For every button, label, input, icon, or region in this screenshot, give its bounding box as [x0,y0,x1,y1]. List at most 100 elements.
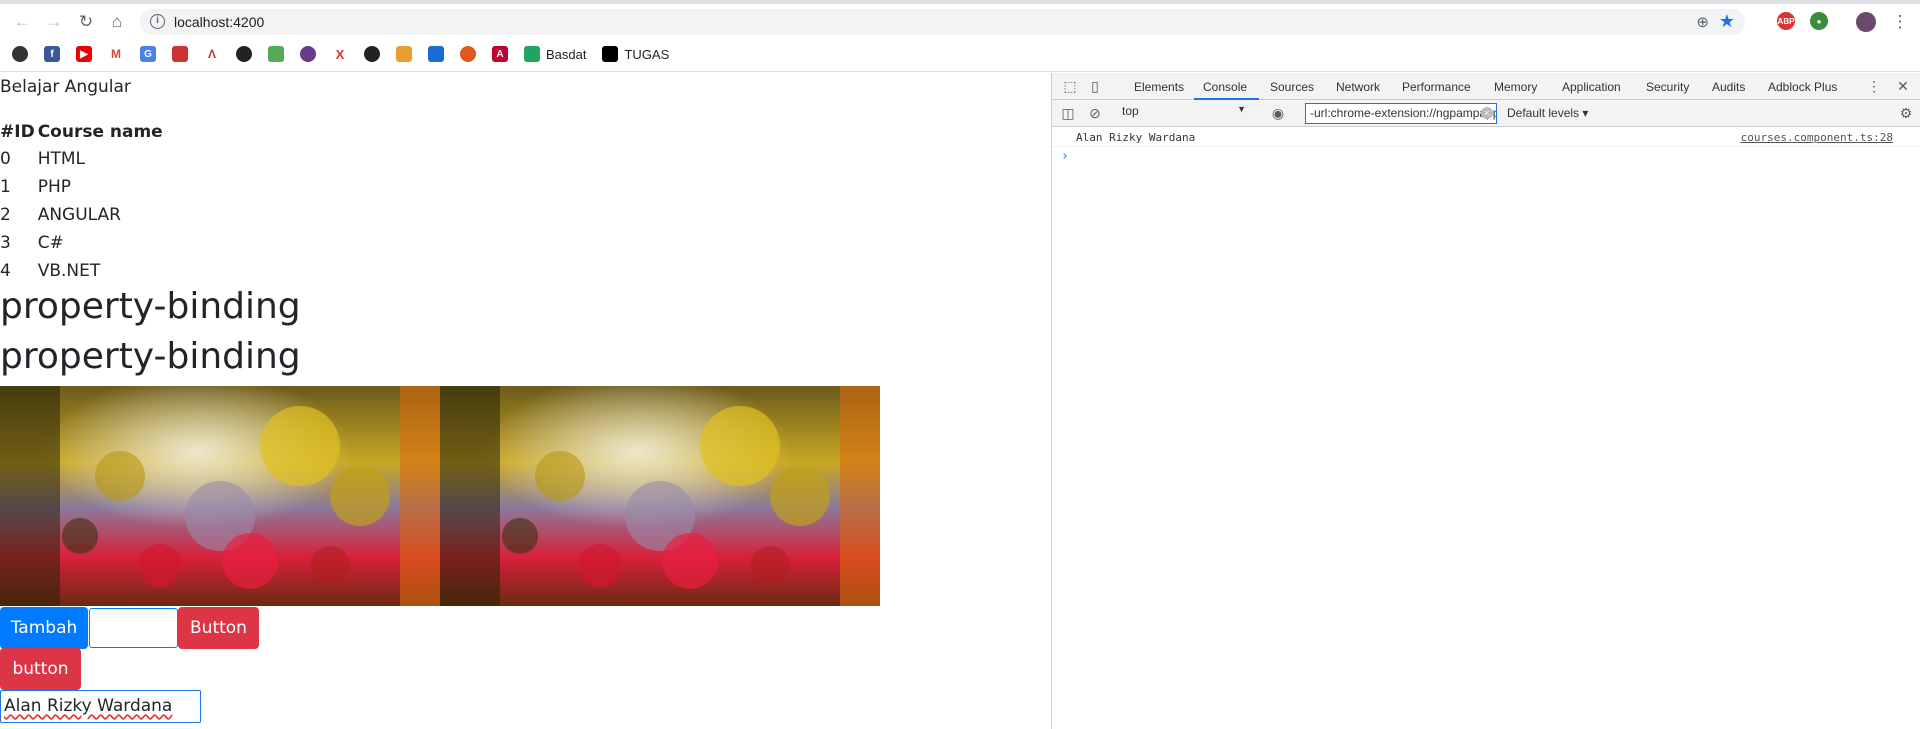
page-content: Belajar Angular #ID Course name 0 HTML 1… [0,73,1050,729]
tab-network[interactable]: Network [1336,80,1380,94]
tab-security[interactable]: Security [1646,80,1689,94]
property-binding-heading-2: property-binding [0,336,301,377]
button-button[interactable]: Button [178,607,259,649]
home-icon[interactable]: ⌂ [107,12,127,32]
x-icon[interactable]: X [332,46,348,62]
row-id: 2 [0,205,11,225]
bubble-image-2 [440,386,880,606]
menu-dots-icon[interactable]: ⋮ [1890,12,1910,32]
name-input[interactable]: Alan Rizky Wardana [0,690,201,723]
table-row: 0 HTML [0,145,166,173]
bubble-image [0,386,440,606]
devtools-tab-bar: ⬚ ▯ Elements Console Sources Network Per… [1052,73,1920,100]
row-id: 1 [0,177,11,197]
hourglass-icon[interactable] [428,46,444,62]
context-selector[interactable]: top ▼ [1122,104,1250,122]
table-row: 1 PHP [0,173,166,201]
button-lowercase-button[interactable]: button [0,648,81,690]
column-header: Course name [37,122,163,142]
zoom-icon[interactable]: ⊕ [1696,13,1709,31]
github-icon[interactable] [364,46,380,62]
avatar[interactable] [1856,12,1876,32]
image-row [0,386,880,606]
console-filter-input[interactable]: -url:chrome-extension://ngpampappnmepgil… [1305,103,1497,124]
eye-icon[interactable]: ◉ [1270,105,1286,121]
angular-icon[interactable]: A [492,46,508,62]
back-icon[interactable]: ← [12,12,32,32]
tambah-button[interactable]: Tambah [0,607,88,649]
tab-audits[interactable]: Audits [1712,80,1745,94]
bookmark-label: Basdat [546,46,587,62]
log-text: Alan Rizky Wardana [1076,131,1196,144]
url-text: localhost:4200 [174,14,265,30]
dropdown-arrow-icon: ▼ [1237,104,1246,114]
devtools-panel: ⬚ ▯ Elements Console Sources Network Per… [1051,73,1920,729]
bookmarks-bar: f ▶ M G Λ X A Basdat TUGAS [12,44,685,64]
row-course: C# [37,233,64,253]
game-icon[interactable] [172,46,188,62]
clear-console-icon[interactable]: ⊘ [1087,105,1103,121]
log-levels-dropdown[interactable]: Default levels ▾ [1507,106,1588,120]
youtube-icon[interactable]: ▶ [76,46,92,62]
chart-icon[interactable] [396,46,412,62]
hat-icon[interactable] [236,46,252,62]
levels-label: Default levels [1507,106,1580,120]
table-row: 3 C# [0,229,166,257]
name-input-value: Alan Rizky Wardana [4,696,173,716]
extension-icon[interactable]: ● [1810,12,1828,30]
filter-value: -url:chrome-extension://ngpampappnmepgil… [1310,106,1496,120]
row-id: 3 [0,233,11,253]
info-icon[interactable]: i [150,14,165,29]
row-course: PHP [37,177,71,197]
gmail-icon[interactable]: M [108,46,124,62]
course-table: #ID Course name 0 HTML 1 PHP 2 ANGULAR 3… [0,119,166,285]
browser-toolbar: ← → ↻ ⌂ i localhost:4200 ⊕ ★ ABP ● ⋮ f ▶… [0,0,1920,72]
table-header-row: #ID Course name [0,119,166,145]
tab-adblock-plus[interactable]: Adblock Plus [1768,80,1837,94]
row-course: HTML [37,149,85,169]
drive-icon [524,46,540,62]
address-bar[interactable]: i localhost:4200 ⊕ ★ [140,9,1745,35]
table-row: 2 ANGULAR [0,201,166,229]
tab-elements[interactable]: Elements [1134,80,1184,94]
console-log-line: Alan Rizky Wardana courses.component.ts:… [1052,127,1920,147]
console-toolbar: ◫ ⊘ top ▼ ◉ -url:chrome-extension://ngpa… [1052,100,1920,127]
row-id: 0 [0,149,11,169]
sidebar-toggle-icon[interactable]: ◫ [1060,105,1076,121]
tab-memory[interactable]: Memory [1494,80,1537,94]
translate-icon[interactable]: G [140,46,156,62]
duckduckgo-icon[interactable] [460,46,476,62]
bookmark-star-icon[interactable]: ★ [1719,11,1735,32]
device-toggle-icon[interactable]: ▯ [1087,78,1103,94]
row-id: 4 [0,261,11,281]
tab-strip [0,0,1920,4]
log-source-link[interactable]: courses.component.ts:28 [1741,131,1893,144]
inspect-icon[interactable]: ⬚ [1062,78,1078,94]
more-options-icon[interactable]: ⋮ [1866,78,1882,94]
property-binding-heading: property-binding [0,286,301,327]
close-icon[interactable]: ✕ [1895,78,1911,94]
adblock-icon[interactable]: ABP [1777,12,1795,30]
reload-icon[interactable]: ↻ [76,12,96,32]
robot-icon[interactable] [268,46,284,62]
speed-icon[interactable] [12,46,28,62]
tab-sources[interactable]: Sources [1270,80,1314,94]
row-course: VB.NET [37,261,101,281]
forward-icon[interactable]: → [44,12,64,32]
row-course: ANGULAR [37,205,121,225]
settings-gear-icon[interactable]: ⚙ [1898,105,1914,121]
clear-filter-icon[interactable]: × [1481,107,1493,119]
column-header: #ID [0,122,35,142]
seal-icon[interactable] [300,46,316,62]
angular-a-icon[interactable]: Λ [204,46,220,62]
text-input[interactable] [89,608,178,648]
bookmark-tugas[interactable]: TUGAS [602,46,669,62]
tab-console[interactable]: Console [1203,80,1247,94]
bookmark-basdat[interactable]: Basdat [524,46,586,62]
tab-performance[interactable]: Performance [1402,80,1471,94]
facebook-icon[interactable]: f [44,46,60,62]
page-title: Belajar Angular [0,77,131,97]
bookmark-label: TUGAS [624,46,670,62]
console-prompt[interactable]: › [1061,149,1069,164]
tab-application[interactable]: Application [1562,80,1621,94]
